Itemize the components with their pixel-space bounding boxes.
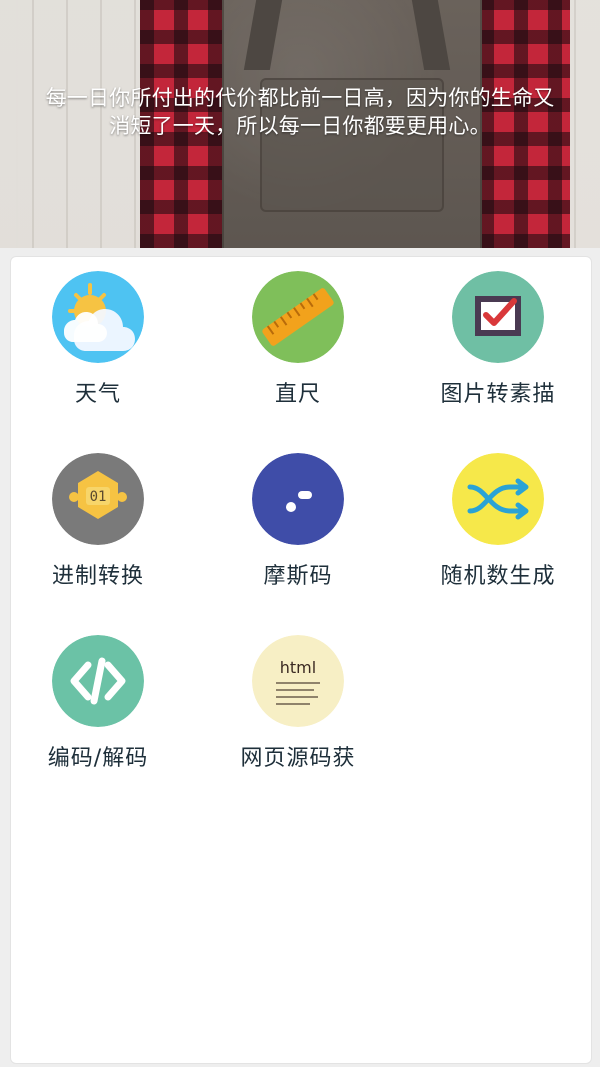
tool-ruler-label: 直尺 [274, 382, 321, 407]
header-banner: 每一日你所付出的代价都比前一日高，因为你的生命又 消短了一天，所以每一日你都要更… [0, 0, 600, 248]
base-conversion-icon: 01 [52, 453, 144, 545]
tool-encode-decode[interactable]: 编码/解码 [3, 635, 193, 795]
tool-random-number[interactable]: 随机数生成 [403, 453, 593, 613]
svg-text:01: 01 [90, 489, 107, 505]
header-quote-line-2: 消短了一天，所以每一日你都要更用心。 [109, 114, 491, 138]
tool-morse-code[interactable]: 摩斯码 [203, 453, 393, 613]
tool-image-to-sketch[interactable]: 图片转素描 [403, 271, 593, 431]
tool-morse-code-label: 摩斯码 [263, 564, 333, 589]
tool-random-number-label: 随机数生成 [440, 564, 556, 589]
tool-image-to-sketch-label: 图片转素描 [440, 382, 556, 407]
sketch-checkbox-icon [452, 271, 544, 363]
tool-encode-decode-label: 编码/解码 [47, 746, 149, 771]
tools-card: 天气 直尺 图片转素描 01 进制转换 摩斯码 随机数生成 编码/解码 html… [10, 256, 592, 1064]
tool-weather[interactable]: 天气 [3, 271, 193, 431]
weather-icon [52, 271, 144, 363]
tool-base-conversion[interactable]: 01 进制转换 [3, 453, 193, 613]
header-quote: 每一日你所付出的代价都比前一日高，因为你的生命又 消短了一天，所以每一日你都要更… [8, 84, 592, 140]
tool-webpage-source-label: 网页源码获 [240, 746, 356, 771]
tool-ruler[interactable]: 直尺 [203, 271, 393, 431]
tool-webpage-source[interactable]: html 网页源码获 [203, 635, 393, 795]
svg-text:html: html [280, 658, 316, 677]
tools-grid: 天气 直尺 图片转素描 01 进制转换 摩斯码 随机数生成 编码/解码 html… [11, 257, 593, 1065]
shuffle-icon [452, 453, 544, 545]
header-quote-line-1: 每一日你所付出的代价都比前一日高，因为你的生命又 [45, 86, 555, 110]
tool-base-conversion-label: 进制转换 [51, 564, 144, 589]
ruler-icon [252, 271, 344, 363]
morse-code-icon [252, 453, 344, 545]
tool-weather-label: 天气 [74, 382, 121, 407]
code-brackets-icon [52, 635, 144, 727]
html-source-icon: html [252, 635, 344, 727]
